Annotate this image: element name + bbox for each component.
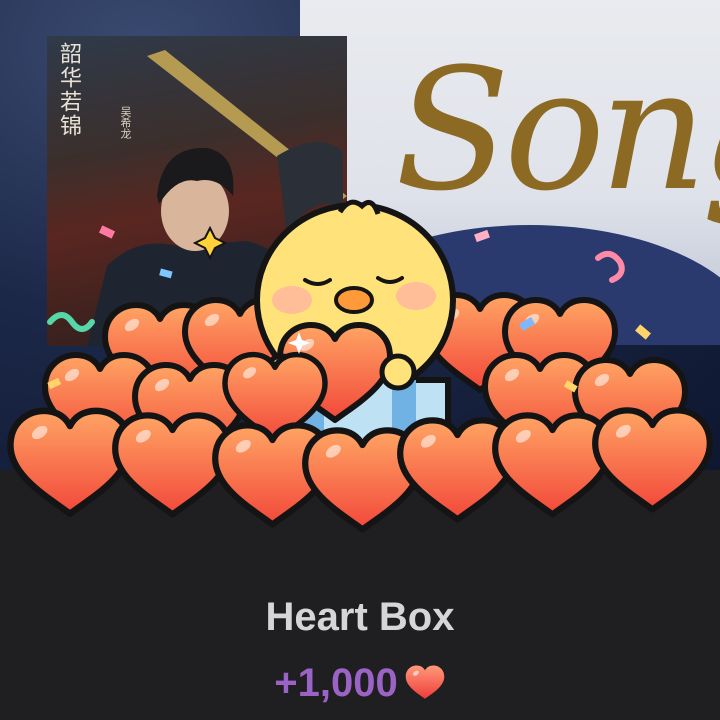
heart-box-animation — [0, 199, 720, 560]
reward-row: +1,000 — [0, 660, 720, 706]
reward-amount: +1,000 — [274, 661, 398, 705]
heart-icon — [405, 665, 444, 699]
gift-popup: 韶华若锦 吴希龙 Song — [0, 0, 720, 720]
gift-name: Heart Box — [265, 595, 455, 639]
